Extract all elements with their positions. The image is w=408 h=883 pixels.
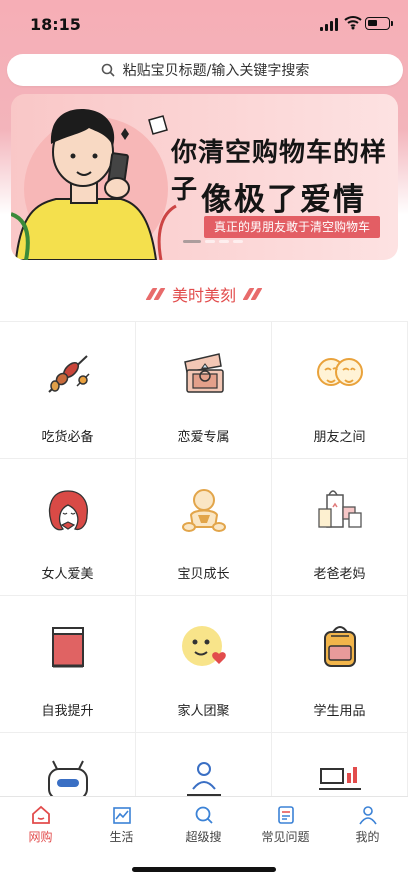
slash-decoration-left [145,288,166,300]
baby-icon [182,489,226,532]
home-icon [31,805,50,824]
tab-label: 生活 [109,830,134,844]
category-label: 宝贝成长 [177,567,230,582]
page-dot [205,240,215,243]
tab-label: 我的 [355,830,380,844]
category-label: 家人团聚 [177,704,230,719]
slash-decoration-right [242,288,263,300]
banner-tagline: 真正的男朋友敢于清空购物车 [204,216,381,238]
ring-box-icon [184,353,224,393]
home-indicator[interactable] [132,867,276,872]
battery-icon [365,17,393,30]
category-item-meditation[interactable] [136,733,272,796]
search-icon [101,63,115,77]
category-item-beauty[interactable]: 女人爱美 [0,459,136,596]
banner-headline-2: 像极了爱情 [201,182,366,218]
section-header: 美时美刻 [0,282,408,306]
wifi-icon [344,16,362,30]
category-label: 女人爱美 [41,567,94,582]
search-placeholder: 粘贴宝贝标题/输入关键字搜索 [122,63,310,79]
category-label: 老爸老妈 [313,567,366,582]
tab-label: 超级搜 [185,830,222,844]
category-label: 吃货必备 [41,430,94,445]
tab-label: 常见问题 [261,830,310,844]
signal-icon [320,18,338,31]
category-item-robot[interactable] [0,733,136,796]
category-label: 学生用品 [313,704,366,719]
tab-label: 网购 [28,830,53,844]
status-bar: 18:15 [0,0,408,50]
page-dot [233,240,243,243]
tab-life[interactable]: 生活 [81,805,162,845]
banner-pagination [183,240,243,243]
section-title: 美时美刻 [171,286,236,305]
skewer-icon [48,355,90,393]
woman-hair-icon [48,490,88,531]
smiley-heart-icon [182,626,226,666]
tab-super-search[interactable]: 超级搜 [163,805,244,845]
tab-faq[interactable]: 常见问题 [245,805,326,845]
category-item-parents[interactable]: 老爸老妈 [272,459,408,596]
category-item-student[interactable]: 学生用品 [272,596,408,733]
tab-shopping[interactable]: 网购 [0,805,81,845]
search-bar[interactable]: 粘贴宝贝标题/输入关键字搜索 [7,54,403,86]
desk-chart-icon [319,767,361,790]
tab-mine[interactable]: 我的 [327,805,408,845]
category-item-foodie[interactable]: 吃货必备 [0,322,136,459]
search-icon [195,806,213,824]
category-item-desk[interactable] [272,733,408,796]
meditation-icon [187,762,221,796]
user-icon [358,806,377,825]
friends-faces-icon [317,358,363,386]
category-label: 自我提升 [41,704,94,719]
page-dot [219,240,229,243]
category-item-friends[interactable]: 朋友之间 [272,322,408,459]
promo-banner[interactable]: 你清空购物车的样子 像极了爱情 真正的男朋友敢于清空购物车 [11,94,398,260]
category-item-family[interactable]: 家人团聚 [136,596,272,733]
category-label: 恋爱专属 [177,430,230,445]
robot-icon [48,760,88,796]
backpack-icon [324,626,356,667]
category-grid: 吃货必备 恋爱专属 朋友之间 女人爱美 宝贝成长 老爸老妈 自我提升 家人团聚 … [0,321,408,796]
document-icon [277,806,294,824]
category-item-romance[interactable]: 恋爱专属 [136,322,272,459]
category-item-self-improvement[interactable]: 自我提升 [0,596,136,733]
category-label: 朋友之间 [313,430,366,445]
banner-illustration [11,109,177,260]
category-item-baby[interactable]: 宝贝成长 [136,459,272,596]
gift-bags-icon [318,490,362,528]
page-dot [183,240,201,243]
book-icon [52,627,84,668]
status-time: 18:15 [30,15,81,34]
chart-icon [112,807,131,824]
